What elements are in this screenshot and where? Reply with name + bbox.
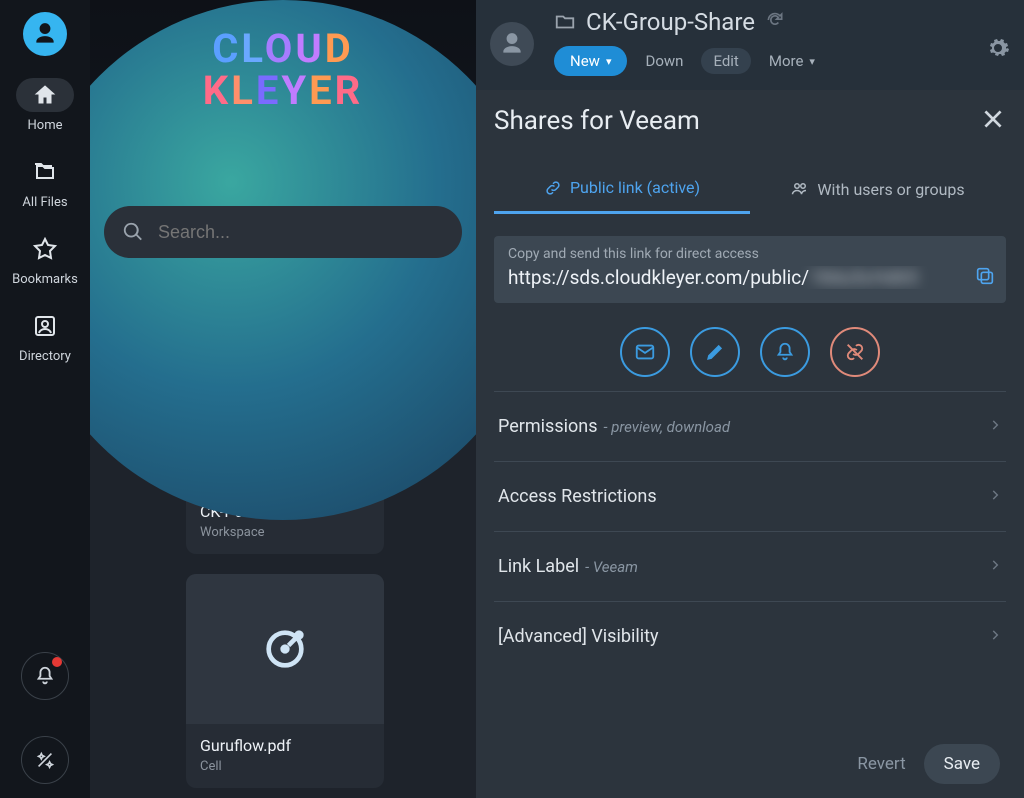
save-button[interactable]: Save — [924, 744, 1000, 784]
nav-all-files[interactable]: All Files — [16, 155, 74, 210]
copy-icon — [974, 265, 996, 287]
revert-button[interactable]: Revert — [857, 754, 905, 774]
nav-rail: Home All Files Bookmarks Directory — [0, 0, 90, 798]
home-column: CLOUD KLEYER CK-Personal Workspace Guruf… — [90, 0, 476, 798]
settings-button[interactable] — [986, 36, 1010, 64]
theme-button[interactable] — [21, 736, 69, 784]
folder-outline-icon — [554, 11, 576, 33]
notifications-button[interactable] — [21, 652, 69, 700]
new-button[interactable]: New — [554, 46, 627, 76]
chevron-right-icon — [988, 488, 1002, 502]
link-off-icon — [844, 341, 866, 363]
edit-link-button[interactable] — [690, 327, 740, 377]
close-icon — [980, 106, 1006, 132]
people-icon — [791, 180, 809, 198]
tab-public-link[interactable]: Public link (active) — [494, 164, 750, 214]
tile-subtitle: Workspace — [200, 525, 370, 540]
section-advanced-visibility[interactable]: [Advanced] Visibility — [494, 601, 1006, 671]
pencil-icon — [704, 341, 726, 363]
nav-label: Bookmarks — [12, 272, 78, 287]
folders-icon — [33, 160, 57, 184]
nav-bookmarks[interactable]: Bookmarks — [12, 232, 78, 287]
detail-column: CK-Group-Share New Down Edit More Shares… — [476, 0, 1024, 798]
notify-button[interactable] — [760, 327, 810, 377]
breadcrumb[interactable]: CK-Group-Share — [586, 8, 755, 36]
person-icon — [499, 31, 525, 57]
search-input[interactable] — [158, 222, 444, 243]
public-link-box: Copy and send this link for direct acces… — [494, 236, 1006, 303]
more-button[interactable]: More — [769, 52, 815, 70]
panel-title: Shares for Veeam — [494, 106, 700, 136]
tile-subtitle: Cell — [200, 759, 370, 774]
star-icon — [33, 237, 57, 261]
copy-link-button[interactable] — [974, 265, 996, 291]
tab-label: Public link (active) — [570, 178, 700, 197]
tile-title: Guruflow.pdf — [200, 736, 370, 755]
send-email-button[interactable] — [620, 327, 670, 377]
close-button[interactable] — [980, 106, 1006, 136]
nav-directory[interactable]: Directory — [16, 309, 74, 364]
refresh-button[interactable] — [765, 8, 785, 36]
link-icon — [544, 179, 562, 197]
person-icon — [32, 21, 58, 47]
disable-link-button[interactable] — [830, 327, 880, 377]
home-icon — [33, 83, 57, 107]
nav-label: All Files — [22, 195, 67, 210]
cell-icon — [257, 621, 313, 677]
bell-icon — [774, 341, 796, 363]
edit-button[interactable]: Edit — [701, 48, 750, 74]
tab-users-groups[interactable]: With users or groups — [750, 164, 1006, 214]
nav-label: Directory — [19, 349, 71, 364]
contact-icon — [33, 314, 57, 338]
public-link-url[interactable]: https://sds.cloudkleyer.com/public/18du5… — [508, 266, 992, 289]
section-permissions[interactable]: Permissions - preview, download — [494, 391, 1006, 461]
section-access-restrictions[interactable]: Access Restrictions — [494, 461, 1006, 531]
tab-label: With users or groups — [817, 180, 964, 199]
workspace-avatar[interactable] — [490, 22, 534, 66]
download-button[interactable]: Down — [645, 52, 683, 70]
search-icon — [122, 221, 144, 243]
tile-file[interactable]: Guruflow.pdf Cell — [186, 574, 384, 788]
bell-icon — [34, 665, 56, 687]
chevron-right-icon — [988, 558, 1002, 572]
hero-banner: CLOUD KLEYER — [90, 0, 476, 260]
gear-icon — [986, 36, 1010, 60]
chevron-right-icon — [988, 418, 1002, 432]
nav-home[interactable]: Home — [16, 78, 74, 133]
section-link-label[interactable]: Link Label - Veeam — [494, 531, 1006, 601]
sparkle-icon — [34, 749, 56, 771]
topbar: CK-Group-Share New Down Edit More — [476, 0, 1024, 90]
search-bar[interactable] — [104, 206, 462, 258]
chevron-right-icon — [988, 628, 1002, 642]
link-hint: Copy and send this link for direct acces… — [508, 246, 992, 262]
nav-label: Home — [28, 118, 63, 133]
mail-icon — [634, 341, 656, 363]
notification-dot — [52, 657, 62, 667]
refresh-icon — [765, 10, 785, 30]
avatar[interactable] — [23, 12, 67, 56]
